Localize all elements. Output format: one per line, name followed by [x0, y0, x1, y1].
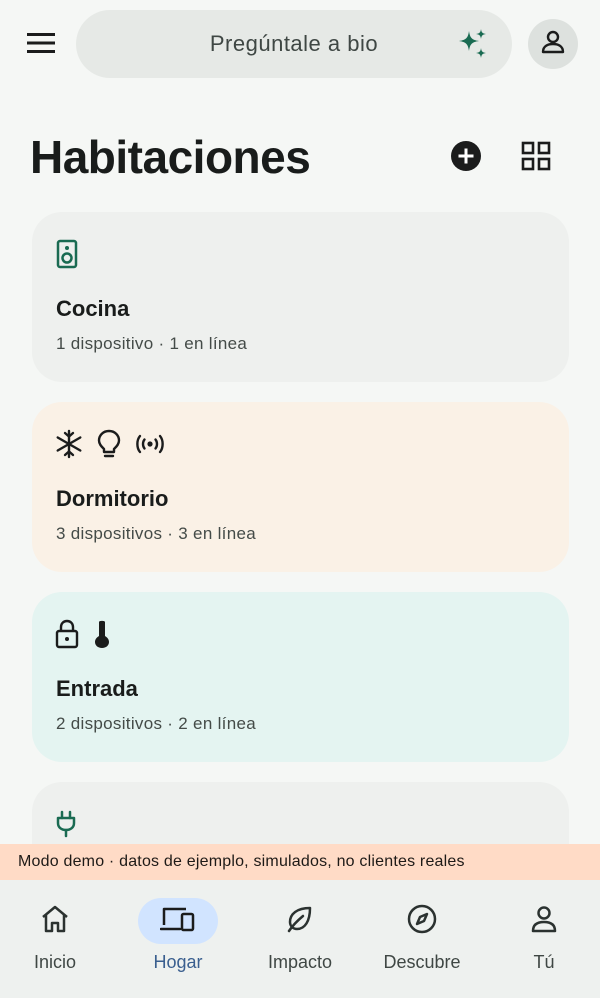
- nav-label: Impacto: [267, 952, 333, 972]
- room-card-entrada[interactable]: Entrada 2 dispositivos · 2 en línea: [32, 592, 569, 762]
- leaf-icon: [285, 904, 315, 939]
- room-card-dormitorio[interactable]: Dormitorio 3 dispositivos · 3 en línea: [32, 402, 569, 572]
- room-status: 2 dispositivos · 2 en línea: [56, 714, 256, 733]
- speaker-icon: [54, 239, 80, 269]
- room-name: Entrada: [56, 676, 138, 701]
- menu-icon: [27, 32, 55, 59]
- lock-icon: [54, 619, 80, 649]
- nav-item-hogar[interactable]: Hogar: [123, 896, 233, 986]
- room-name: Cocina: [56, 296, 130, 321]
- nav-item-tu[interactable]: Tú: [489, 896, 599, 986]
- sparkle-icon: [456, 27, 490, 61]
- search-bar[interactable]: Pregúntale a bio: [76, 10, 512, 78]
- person-icon: [530, 904, 558, 939]
- nav-label: Hogar: [153, 952, 203, 972]
- page-title: Habitaciones: [30, 131, 311, 183]
- devices-icon: [159, 905, 196, 938]
- sensor-icon: [134, 432, 166, 456]
- room-status: 1 dispositivo · 1 en línea: [56, 334, 248, 353]
- compass-icon: [406, 903, 438, 940]
- thermometer-icon: [92, 619, 112, 649]
- room-name: Dormitorio: [56, 486, 169, 511]
- demo-banner: Modo demo · datos de ejemplo, simulados,…: [0, 844, 600, 880]
- nav-item-descubre[interactable]: Descubre: [367, 896, 477, 986]
- nav-label: Inicio: [33, 952, 77, 972]
- nav-label: Tú: [533, 952, 555, 972]
- add-circle-icon: [450, 140, 482, 177]
- lightbulb-icon: [96, 429, 122, 459]
- grid-icon: [521, 141, 551, 176]
- plug-icon: [54, 809, 78, 839]
- home-icon: [40, 904, 70, 939]
- account-button[interactable]: [528, 19, 578, 69]
- nav-item-inicio[interactable]: Inicio: [0, 896, 110, 986]
- nav-item-impacto[interactable]: Impacto: [245, 896, 355, 986]
- nav-label: Descubre: [383, 952, 461, 972]
- account-icon: [539, 28, 567, 61]
- grid-view-button[interactable]: [516, 138, 556, 178]
- snowflake-icon: [54, 429, 84, 459]
- search-placeholder: Pregúntale a bio: [209, 31, 379, 56]
- bottom-navigation: Inicio Hogar Impacto Descubre Tú: [0, 880, 600, 998]
- room-card-cocina[interactable]: Cocina 1 dispositivo · 1 en línea: [32, 212, 569, 382]
- room-status: 3 dispositivos · 3 en línea: [56, 524, 256, 543]
- menu-button[interactable]: [22, 28, 60, 62]
- top-bar: Pregúntale a bio: [0, 0, 600, 90]
- add-room-button[interactable]: [446, 138, 486, 178]
